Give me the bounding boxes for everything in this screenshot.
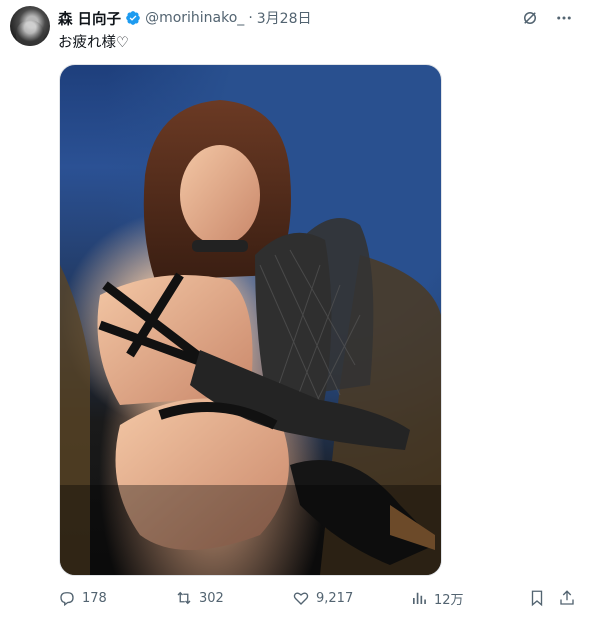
- retweet-icon: [177, 591, 191, 605]
- views-button[interactable]: 12万: [410, 589, 464, 608]
- tweet: 森 日向子 @morihinako_ · 3月28日 お疲れ様♡ 178 302…: [0, 0, 590, 618]
- share-icon: [560, 590, 574, 605]
- reply-count: 178: [82, 590, 107, 606]
- share-button[interactable]: [558, 589, 576, 607]
- tweet-top-actions: [520, 8, 574, 28]
- tweet-header: 森 日向子 @morihinako_ · 3月28日: [58, 8, 312, 28]
- more-icon[interactable]: [554, 8, 574, 28]
- reply-button[interactable]: 178: [58, 589, 107, 607]
- tweet-text: お疲れ様♡: [58, 35, 129, 51]
- grok-icon[interactable]: [520, 8, 540, 28]
- retweet-button[interactable]: 302: [175, 589, 224, 607]
- tweet-photo[interactable]: [59, 64, 442, 576]
- heart-icon: [293, 592, 309, 605]
- verified-badge-icon: [125, 10, 141, 26]
- like-button[interactable]: 9,217: [292, 589, 353, 607]
- separator-dot: ·: [248, 10, 253, 26]
- like-count: 9,217: [316, 590, 354, 606]
- tweet-actions: 178 302 9,217 12万: [58, 586, 578, 610]
- author-handle[interactable]: @morihinako_: [145, 10, 244, 26]
- views-icon: [413, 592, 426, 604]
- reply-icon: [60, 592, 74, 607]
- retweet-count: 302: [199, 590, 224, 606]
- tweet-date[interactable]: 3月28日: [257, 8, 312, 28]
- bookmark-button[interactable]: [528, 589, 546, 607]
- views-count: 12万: [434, 592, 464, 608]
- bookmark-icon: [531, 590, 543, 607]
- photo-illustration: [60, 100, 441, 575]
- avatar[interactable]: [10, 6, 50, 46]
- author-name[interactable]: 森 日向子: [58, 8, 121, 29]
